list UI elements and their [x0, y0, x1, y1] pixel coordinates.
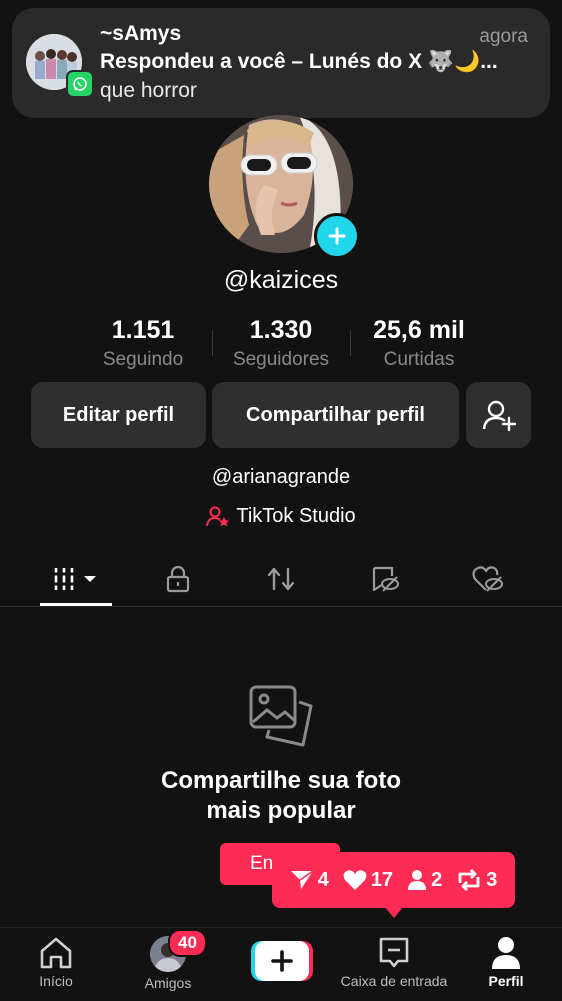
lock-icon — [166, 565, 190, 593]
activity-followers: 2 — [407, 869, 442, 892]
profile-username: @kaizices — [223, 266, 339, 294]
bio-link[interactable]: @arianagrande — [0, 466, 562, 489]
liked-hidden-icon — [472, 566, 503, 592]
tabs-divider — [0, 606, 562, 607]
tiktok-studio-label: TikTok Studio — [236, 505, 356, 527]
notification-body: que horror — [100, 79, 197, 102]
add-story-button[interactable] — [314, 213, 360, 259]
stat-followers-value: 1.330 — [249, 316, 313, 344]
nav-inbox[interactable]: Caixa de entrada — [334, 928, 454, 1001]
heart-icon — [343, 870, 367, 890]
activity-likes-count: 17 — [370, 868, 394, 891]
nav-friends-label: Amigos — [144, 975, 192, 991]
activity-likes: 17 — [343, 869, 393, 892]
empty-state-message: Compartilhe sua foto mais popular — [0, 766, 562, 826]
stat-following-label: Seguindo — [102, 349, 184, 370]
tab-videos[interactable] — [40, 558, 112, 600]
nav-home-label: Início — [39, 973, 73, 989]
stat-following-value: 1.151 — [111, 316, 175, 344]
videos-grid-icon — [52, 568, 96, 590]
stat-following[interactable]: 1.151 Seguindo — [73, 316, 213, 371]
activity-messages: 4 — [290, 869, 329, 892]
notification-time: agora — [479, 26, 528, 47]
stat-followers-label: Seguidores — [232, 349, 330, 370]
repost-icon — [267, 567, 295, 591]
bookmark-hidden-icon — [372, 566, 399, 592]
nav-inbox-label: Caixa de entrada — [340, 973, 448, 989]
edit-profile-button[interactable]: Editar perfil — [31, 382, 206, 448]
empty-state-line2: mais popular — [206, 797, 356, 824]
activity-messages-count: 4 — [317, 868, 329, 891]
profile-icon — [492, 937, 520, 969]
inbox-icon — [379, 937, 409, 968]
add-friend-button[interactable] — [466, 382, 531, 448]
tab-private[interactable] — [150, 558, 206, 600]
creator-star-icon — [206, 506, 230, 526]
notification-title: Respondeu a você – Lunés do X 🐺🌙... — [100, 50, 498, 73]
empty-state-line1: Compartilhe sua foto — [160, 767, 401, 794]
friends-badge: 40 — [168, 929, 207, 957]
home-icon — [40, 937, 72, 969]
stat-likes[interactable]: 25,6 mil Curtidas — [349, 316, 489, 371]
nav-home[interactable]: Início — [16, 928, 96, 1001]
photos-icon — [247, 684, 315, 753]
send-icon — [290, 870, 314, 889]
whatsapp-notification[interactable]: ~sAmys agora Respondeu a você – Lunés do… — [12, 8, 550, 118]
plus-icon — [328, 227, 346, 245]
notification-sender: ~sAmys — [100, 22, 182, 45]
nav-profile-label: Perfil — [488, 973, 524, 989]
activity-reposts: 3 — [456, 869, 497, 892]
stat-likes-value: 25,6 mil — [373, 316, 465, 344]
tab-reposts[interactable] — [253, 558, 309, 600]
tiktok-studio-link[interactable]: TikTok Studio — [0, 505, 562, 528]
tab-liked[interactable] — [460, 558, 516, 600]
activity-bubble-tail — [384, 906, 404, 918]
stat-likes-label: Curtidas — [383, 349, 455, 370]
activity-reposts-count: 3 — [486, 868, 498, 891]
activity-followers-count: 2 — [431, 868, 443, 891]
add-user-icon — [482, 400, 516, 431]
share-profile-button[interactable]: Compartilhar perfil — [212, 382, 459, 448]
stat-followers[interactable]: 1.330 Seguidores — [211, 316, 351, 371]
nav-profile[interactable]: Perfil — [466, 928, 546, 1001]
activity-summary-bubble[interactable]: 4 17 2 3 — [272, 852, 515, 908]
create-button[interactable] — [251, 941, 313, 981]
create-plus-icon — [251, 941, 313, 981]
repost-icon — [458, 869, 480, 891]
person-icon — [408, 870, 427, 890]
whatsapp-icon — [66, 70, 94, 98]
tab-favorites[interactable] — [357, 558, 413, 600]
